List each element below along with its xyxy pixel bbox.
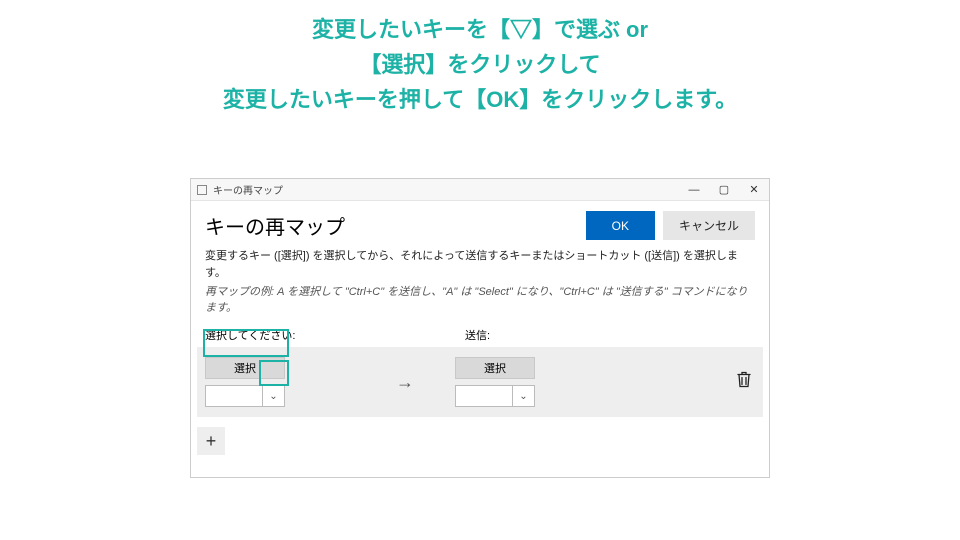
instruction-line-1: 変更したいキーを【▽】で選ぶ or: [0, 12, 960, 47]
maximize-button[interactable]: ▢: [709, 179, 739, 201]
source-combo-value: [206, 386, 262, 406]
source-column: 選択 ⌄: [205, 357, 355, 407]
column-labels: 選択してください: 送信:: [191, 323, 769, 347]
add-mapping-button[interactable]: +: [197, 427, 225, 455]
chevron-down-icon[interactable]: ⌄: [512, 386, 534, 406]
left-column-label: 選択してください:: [205, 327, 465, 343]
target-column: 選択 ⌄: [455, 357, 605, 407]
delete-icon[interactable]: [737, 372, 751, 393]
dialog-header: キーの再マップ OK キャンセル: [191, 201, 769, 248]
target-combo-value: [456, 386, 512, 406]
minimize-button[interactable]: ―: [679, 179, 709, 201]
target-select-button[interactable]: 選択: [455, 357, 535, 379]
source-combo[interactable]: ⌄: [205, 385, 285, 407]
titlebar-title: キーの再マップ: [213, 182, 283, 197]
description-text: 変更するキー ([選択]) を選択してから、それによって送信するキーまたはショー…: [191, 248, 769, 281]
instruction-line-2: 【選択】をクリックして: [0, 47, 960, 82]
titlebar: キーの再マップ ― ▢ ✕: [191, 179, 769, 201]
instruction-text: 変更したいキーを【▽】で選ぶ or 【選択】をクリックして 変更したいキーを押し…: [0, 0, 960, 118]
dialog-title: キーの再マップ: [205, 211, 345, 240]
arrow-icon: →: [355, 372, 455, 393]
ok-button[interactable]: OK: [586, 211, 655, 240]
close-button[interactable]: ✕: [739, 179, 769, 201]
source-select-button[interactable]: 選択: [205, 357, 285, 379]
cancel-button[interactable]: キャンセル: [663, 211, 755, 240]
remap-window: キーの再マップ ― ▢ ✕ キーの再マップ OK キャンセル 変更するキー ([…: [190, 178, 770, 478]
right-column-label: 送信:: [465, 327, 490, 343]
add-row-area: +: [191, 417, 769, 465]
instruction-line-3: 変更したいキーを押して【OK】をクリックします。: [0, 82, 960, 117]
example-text: 再マップの例: A を選択して "Ctrl+C" を送信し、"A" は "Sel…: [191, 281, 769, 323]
app-icon: [197, 185, 207, 195]
target-combo[interactable]: ⌄: [455, 385, 535, 407]
mapping-row: 選択 ⌄ → 選択 ⌄: [197, 347, 763, 417]
chevron-down-icon[interactable]: ⌄: [262, 386, 284, 406]
